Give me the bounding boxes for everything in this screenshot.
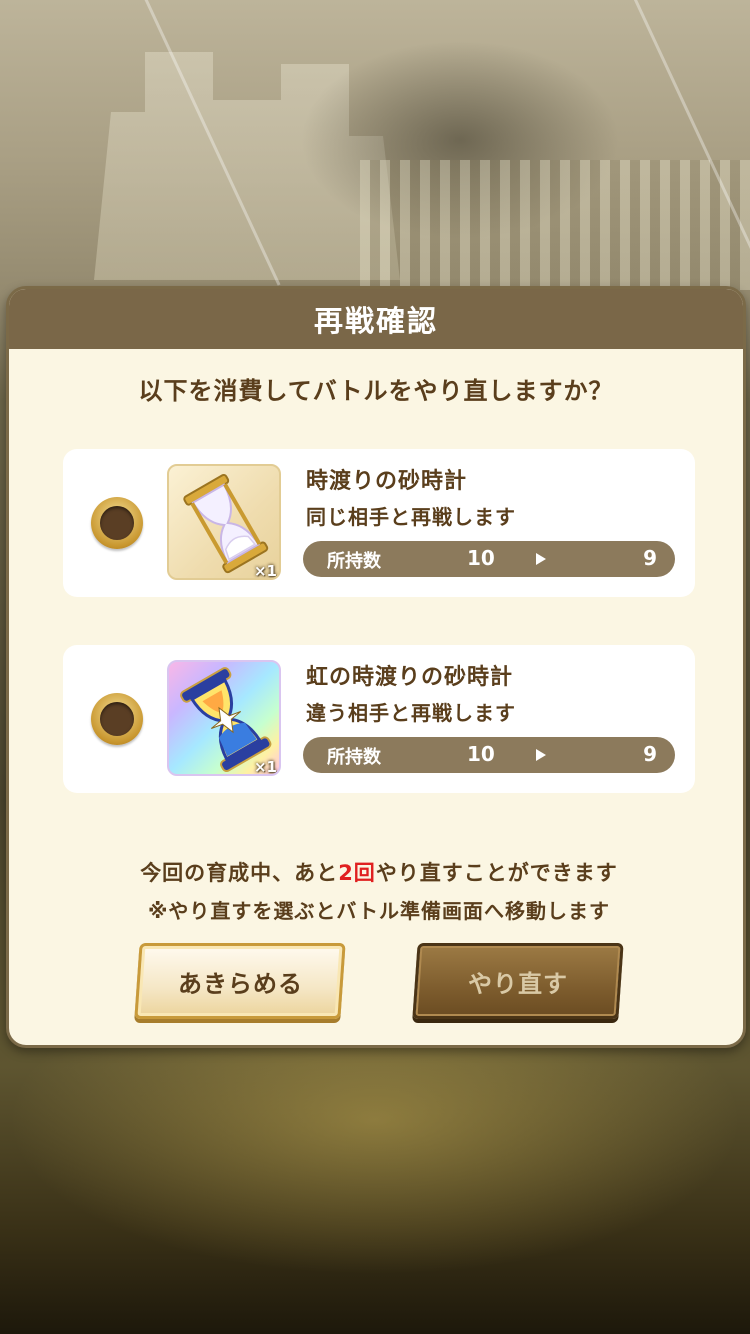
retry-info-suffix: やり直すことができます (375, 861, 618, 885)
dialog-title: 再戦確認 (313, 304, 438, 338)
item-quantity-tag: ×1 (253, 562, 277, 580)
arrow-right-icon (536, 749, 546, 761)
stock-bar: 所持数 10 9 (303, 541, 675, 577)
radio-button-hourglass[interactable] (91, 497, 143, 549)
stock-label: 所持数 (327, 747, 381, 768)
item-name: 時渡りの砂時計 (306, 469, 468, 494)
rematch-confirm-dialog: 再戦確認 以下を消費してバトルをやり直しますか？ ×1 時渡りの砂時計 同じ相手… (6, 286, 746, 1048)
give-up-button[interactable]: あきらめる (134, 943, 346, 1019)
arrow-right-icon (536, 553, 546, 565)
stock-after: 9 (643, 546, 657, 570)
retry-count-info: 今回の育成中、あと2回やり直すことができます (9, 857, 743, 887)
stock-after: 9 (643, 742, 657, 766)
dialog-header: 再戦確認 (9, 289, 743, 349)
background-crowd (360, 160, 750, 290)
stock-bar: 所持数 10 9 (303, 737, 675, 773)
retry-button[interactable]: やり直す (412, 943, 624, 1019)
item-description: 違う相手と再戦します (306, 701, 516, 725)
stock-before: 10 (467, 742, 495, 766)
stock-label: 所持数 (327, 551, 381, 572)
retry-count: 2回 (338, 861, 376, 885)
item-description: 同じ相手と再戦します (306, 505, 516, 529)
rainbow-hourglass-icon: ×1 (167, 660, 281, 776)
option-rainbow-hourglass[interactable]: ×1 虹の時渡りの砂時計 違う相手と再戦します 所持数 10 9 (63, 645, 695, 793)
hourglass-icon: ×1 (167, 464, 281, 580)
item-name: 虹の時渡りの砂時計 (306, 665, 514, 690)
radio-button-rainbow-hourglass[interactable] (91, 693, 143, 745)
retry-button-label: やり直す (468, 969, 568, 998)
option-hourglass[interactable]: ×1 時渡りの砂時計 同じ相手と再戦します 所持数 10 9 (63, 449, 695, 597)
item-quantity-tag: ×1 (253, 758, 277, 776)
dialog-question: 以下を消費してバトルをやり直しますか？ (138, 377, 614, 405)
stock-before: 10 (467, 546, 495, 570)
give-up-button-label: あきらめる (177, 969, 303, 998)
retry-note: ※やり直すを選ぶとバトル準備画面へ移動します (147, 899, 611, 923)
retry-info-prefix: 今回の育成中、あと (140, 861, 339, 885)
